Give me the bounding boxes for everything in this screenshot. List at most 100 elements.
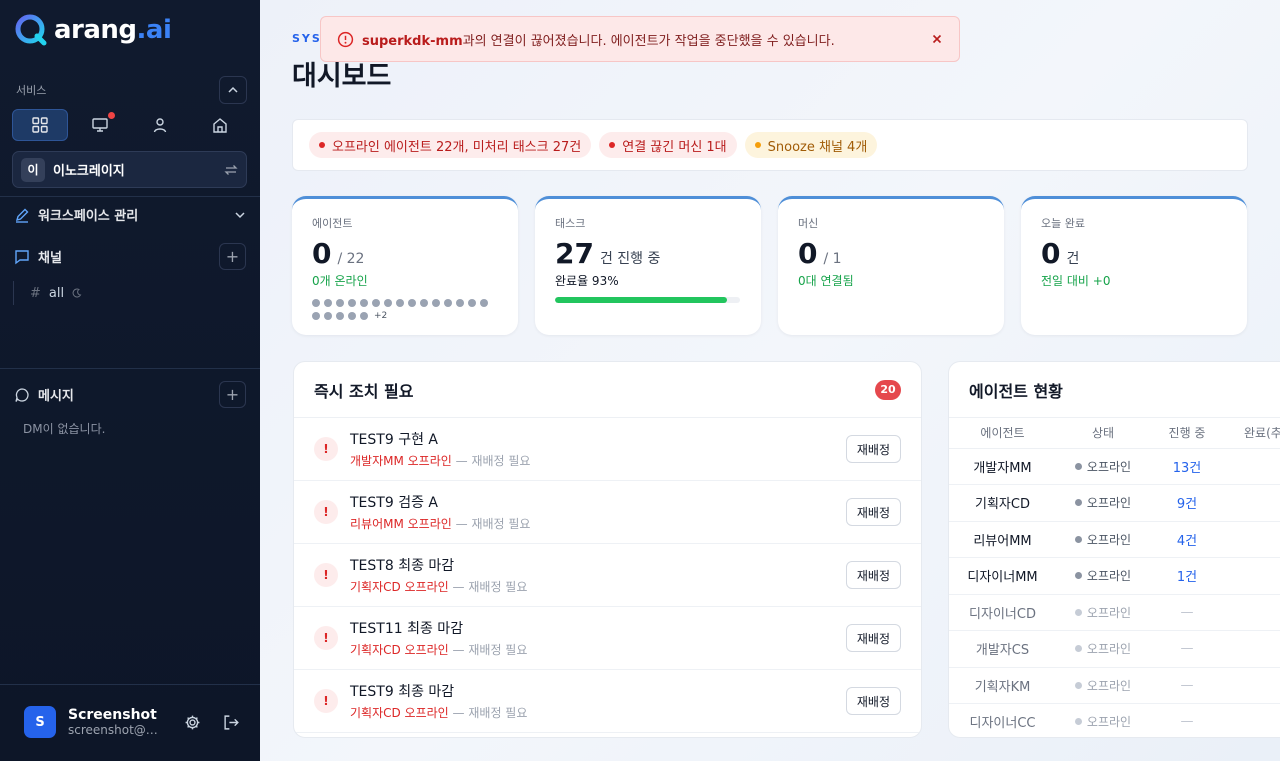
dm-empty-text: DM이 없습니다. xyxy=(23,422,106,436)
user-actions xyxy=(184,714,240,731)
reassign-button[interactable]: 재배정 xyxy=(845,561,901,589)
panel-title: 에이전트 현황 xyxy=(969,381,1063,401)
agent-status-dot xyxy=(420,299,428,307)
action-text: TEST9 검증 A 리뷰어MM 오프라인 — 재배정 필요 xyxy=(350,492,846,532)
status-text: 오프라인 xyxy=(1086,678,1132,693)
agent-name: 기획자CD xyxy=(949,484,1056,522)
reassign-button[interactable]: 재배정 xyxy=(845,435,901,463)
panel-header: 에이전트 현황 22 xyxy=(949,362,1280,418)
table-row[interactable]: 기획자KM 오프라인 — xyxy=(949,667,1280,704)
hash-icon: # xyxy=(30,285,41,301)
stat-card-machines[interactable]: 머신 0 / 1 0대 연결됨 xyxy=(778,196,1004,335)
column-header[interactable]: 진행 중 xyxy=(1150,418,1224,449)
service-dashboard-button[interactable] xyxy=(12,109,68,141)
reassign-button[interactable]: 재배정 xyxy=(845,624,901,652)
status-badge: 오프라인 xyxy=(1074,604,1131,621)
table-row[interactable]: 디자이너MM 오프라인 1건 xyxy=(949,557,1280,595)
brand-logo[interactable]: arang.ai xyxy=(15,14,172,46)
divider xyxy=(0,684,260,685)
stat-unit: 건 xyxy=(1066,251,1080,267)
add-message-button[interactable]: + xyxy=(219,381,246,408)
collapse-services-button[interactable] xyxy=(219,76,247,104)
status-text: 오프라인 xyxy=(1086,642,1132,657)
stat-card-agents[interactable]: 에이전트 0 / 22 0개 온라인 +2 xyxy=(292,196,518,335)
workspace-manage-link[interactable]: 워크스페이스 관리 xyxy=(14,205,246,224)
stat-value: 27 건 진행 중 xyxy=(555,237,741,270)
table-row[interactable]: 기획자CD 오프라인 9건 xyxy=(949,484,1280,522)
toast-message: superkdk-mm과의 연결이 끊어졌습니다. 에이전트가 작업을 중단했을… xyxy=(362,30,931,49)
user-info: Screenshot screenshot@a... xyxy=(68,707,158,737)
status-text: 오프라인 xyxy=(1086,459,1132,474)
monitor-icon xyxy=(92,118,108,132)
table-row[interactable]: 디자이너CC 오프라인 — xyxy=(949,703,1280,737)
action-item[interactable]: ! TEST11 최종 마감 기획자CD 오프라인 — 재배정 필요 재배정 xyxy=(294,607,921,670)
user-email: screenshot@a... xyxy=(68,723,158,737)
table-row[interactable]: 개발자MM 오프라인 13건 xyxy=(949,448,1280,485)
in-progress-count: — xyxy=(1150,703,1224,737)
task-title: TEST11 최종 마감 xyxy=(350,621,464,637)
task-reason: 리뷰어MM 오프라인 — 재배정 필요 xyxy=(350,515,846,532)
pencil-icon xyxy=(15,208,29,223)
action-item[interactable]: ! TEST9 최종 마감 기획자CD 오프라인 — 재배정 필요 재배정 xyxy=(294,670,921,733)
completed-cell xyxy=(1224,448,1280,485)
agents-status-panel: 에이전트 현황 22 에이전트 상태 진행 중 완료(추 개발자MM 오프라인 13… xyxy=(948,361,1280,738)
workspace-name: 이노크레이지 xyxy=(53,164,125,179)
more-agents-count: +2 xyxy=(374,311,388,321)
agent-name: 디자이너MM xyxy=(949,557,1056,595)
table-header-row: 에이전트 상태 진행 중 완료(추 xyxy=(949,418,1280,449)
table-row[interactable]: 개발자CS 오프라인 — xyxy=(949,630,1280,668)
stat-total: / 1 xyxy=(823,251,842,267)
plus-icon: + xyxy=(225,385,240,404)
workspace-switcher[interactable]: 이 이노크레이지 xyxy=(12,151,247,188)
swap-icon[interactable] xyxy=(224,163,238,177)
stat-value: 0건 xyxy=(1041,237,1227,270)
column-header[interactable]: 에이전트 xyxy=(949,418,1056,449)
user-profile: S Screenshot screenshot@a... xyxy=(24,706,240,738)
snooze-moon-icon xyxy=(72,288,82,298)
agent-status-dot xyxy=(372,299,380,307)
alert-pill-disconnected-machines[interactable]: 연결 끊긴 머신 1대 xyxy=(599,132,737,158)
gear-icon[interactable] xyxy=(184,714,201,731)
channel-item-all[interactable]: # all xyxy=(13,281,82,305)
agent-status-cell: 오프라인 xyxy=(1056,557,1150,595)
in-progress-count: — xyxy=(1150,594,1224,631)
status-text: 오프라인 xyxy=(1086,496,1132,511)
channels-header: 채널 + xyxy=(14,243,246,270)
task-reason: 개발자MM 오프라인 — 재배정 필요 xyxy=(350,452,846,469)
agent-status-cell: 오프라인 xyxy=(1056,594,1150,631)
stat-label: 오늘 완료 xyxy=(1041,217,1085,230)
add-channel-button[interactable]: + xyxy=(219,243,246,270)
action-text: TEST11 최종 마감 기획자CD 오프라인 — 재배정 필요 xyxy=(350,618,846,658)
status-badge: 오프라인 xyxy=(1074,494,1132,511)
service-machines-button[interactable] xyxy=(72,109,128,141)
agent-name: 리뷰어MM xyxy=(949,521,1056,558)
table-row[interactable]: 리뷰어MM 오프라인 4건 xyxy=(949,521,1280,558)
status-dot xyxy=(1074,462,1082,470)
column-header[interactable]: 상태 xyxy=(1056,418,1150,449)
reassign-button[interactable]: 재배정 xyxy=(845,498,901,526)
alert-pill-offline-agents[interactable]: 오프라인 에이전트 22개, 미처리 태스크 27건 xyxy=(309,132,592,158)
action-item[interactable]: ! TEST9 구현 A 개발자MM 오프라인 — 재배정 필요 재배정 xyxy=(294,418,921,481)
action-item[interactable]: ! TEST9 검증 A 리뷰어MM 오프라인 — 재배정 필요 재배정 xyxy=(294,481,921,544)
divider xyxy=(0,196,260,197)
avatar[interactable]: S xyxy=(24,706,56,738)
task-reason: 기획자CD 오프라인 — 재배정 필요 xyxy=(350,704,846,721)
status-dot xyxy=(1074,718,1082,726)
action-item[interactable]: ! TEST8 최종 마감 기획자CD 오프라인 — 재배정 필요 재배정 xyxy=(294,544,921,607)
logout-icon[interactable] xyxy=(223,714,240,731)
stat-card-tasks[interactable]: 태스크 27 건 진행 중 완료율 93% xyxy=(535,196,761,335)
completed-cell xyxy=(1224,557,1280,595)
reassign-button[interactable]: 재배정 xyxy=(845,687,901,715)
service-home-button[interactable] xyxy=(192,109,248,141)
offline-agent: 개발자MM 오프라인 xyxy=(350,454,452,468)
agent-status-dot xyxy=(396,299,404,307)
agent-status-dot xyxy=(348,312,356,320)
table-row[interactable]: 디자이너CD 오프라인 — xyxy=(949,594,1280,631)
offline-agent: 기획자CD 오프라인 xyxy=(350,706,449,720)
alert-pill-snooze-channels[interactable]: Snooze 채널 4개 xyxy=(744,132,878,158)
service-agents-button[interactable] xyxy=(132,109,188,141)
column-header[interactable]: 완료(추 xyxy=(1224,418,1280,449)
close-icon[interactable] xyxy=(931,33,943,45)
agent-status-dot xyxy=(480,299,488,307)
stat-card-today[interactable]: 오늘 완료 0건 전일 대비 +0 xyxy=(1021,196,1247,335)
